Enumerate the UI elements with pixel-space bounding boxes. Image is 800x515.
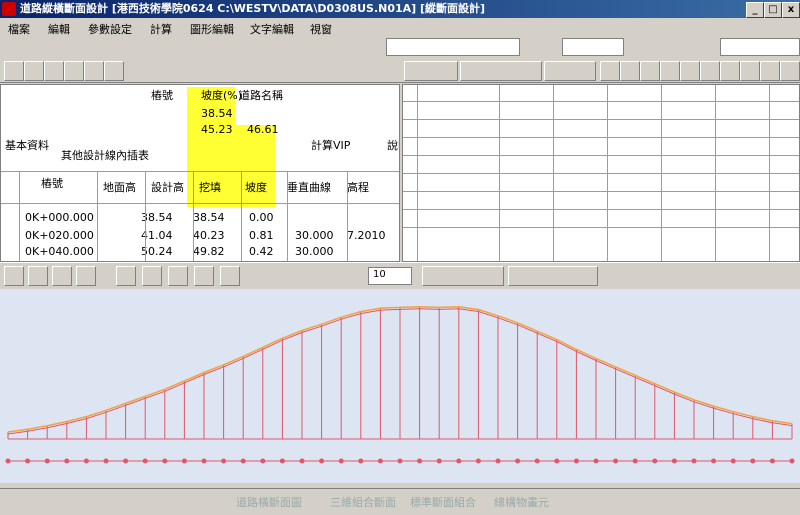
tool-button-c[interactable] <box>544 61 596 81</box>
header-station: 樁號 <box>41 177 63 190</box>
segment-icon[interactable] <box>142 266 162 286</box>
tab-structure[interactable]: 總構物畫元 <box>494 494 549 510</box>
menu-text-edit[interactable]: 文字編輯 <box>250 21 294 37</box>
line-icon[interactable] <box>600 61 620 81</box>
data-entry-table[interactable]: 樁號 坡度(%) 道路名稱 38.54 45.23 46.61 基本資料 其他設… <box>0 84 400 262</box>
results-table[interactable] <box>402 84 800 262</box>
profile-canvas[interactable] <box>0 289 800 483</box>
app-icon <box>2 2 16 16</box>
header-cutfill: 挖填 <box>199 181 221 194</box>
row1-station[interactable]: 0K+000.000 <box>25 211 94 224</box>
tab-road-cross[interactable]: 道路橫斷面圖 <box>236 494 302 510</box>
zoom-input[interactable]: 10 <box>368 267 412 285</box>
tab-standard-section[interactable]: 標準斷面組合 <box>410 494 476 510</box>
row3-cutfill[interactable]: 0.42 <box>249 245 274 258</box>
menu-window[interactable]: 視窗 <box>310 21 332 37</box>
layer-select[interactable] <box>386 38 520 56</box>
close-button[interactable]: x <box>782 2 800 18</box>
menu-settings[interactable]: 參數設定 <box>88 21 132 37</box>
side-num-1: 38.54 <box>201 107 233 120</box>
menu-bar: 檔案 編輯 參數設定 計算 圖形編輯 文字編輯 視窗 <box>0 18 800 38</box>
zoom-in-icon[interactable] <box>4 266 24 286</box>
row2-station[interactable]: 0K+020.000 <box>25 229 94 242</box>
side-num-2: 45.23 <box>201 123 233 136</box>
design-button[interactable] <box>422 266 504 286</box>
interp-label: 其他設計線內插表 <box>61 149 149 162</box>
row2-slope[interactable]: 30.000 <box>295 229 334 242</box>
curve-icon[interactable] <box>116 266 136 286</box>
side-num-3: 46.61 <box>247 123 279 136</box>
row-label: 基本資料 <box>5 139 49 152</box>
rate-label: 坡度(%) <box>201 89 243 102</box>
maximize-button[interactable]: □ <box>764 2 782 18</box>
minimize-button[interactable]: _ <box>746 2 764 18</box>
zoom-plus-icon[interactable] <box>52 266 72 286</box>
first-record-icon[interactable] <box>4 61 24 81</box>
row2-cutfill[interactable]: 0.81 <box>249 229 274 242</box>
row2-elev[interactable]: 7.2010 <box>347 229 386 242</box>
last-record-icon[interactable] <box>64 61 84 81</box>
grid-icon[interactable] <box>640 61 660 81</box>
tool-button-a[interactable] <box>404 61 458 81</box>
next-record-icon[interactable] <box>44 61 64 81</box>
header-design: 設計高 <box>151 181 184 194</box>
undo-icon[interactable] <box>780 61 800 81</box>
select-icon[interactable] <box>700 61 720 81</box>
prev-record-icon[interactable] <box>24 61 44 81</box>
row1-cutfill[interactable]: 0.00 <box>249 211 274 224</box>
zoom-value: 10 <box>373 269 386 280</box>
rect-icon[interactable] <box>660 61 680 81</box>
stop-icon[interactable] <box>680 61 700 81</box>
tool-button-b[interactable] <box>460 61 542 81</box>
window-title: 道路縱橫斷面設計 [港西技術學院0624 C:\WESTV\DATA\D0308… <box>20 2 486 15</box>
scale-select[interactable] <box>562 38 624 56</box>
delete-record-icon[interactable] <box>104 61 124 81</box>
arrow-icon[interactable] <box>168 266 188 286</box>
row3-slope[interactable]: 30.000 <box>295 245 334 258</box>
calc-label: 計算VIP <box>311 139 351 152</box>
window-titlebar: 道路縱橫斷面設計 [港西技術學院0624 C:\WESTV\DATA\D0308… <box>0 0 800 18</box>
info-label: 說明 <box>387 139 399 152</box>
header-slope: 坡度 <box>245 181 267 194</box>
header-elev: 高程 <box>347 181 369 194</box>
graphic-toolbar: 10 <box>0 262 800 289</box>
row3-station[interactable]: 0K+040.000 <box>25 245 94 258</box>
zoom-window-icon[interactable] <box>28 266 48 286</box>
header-ground: 地面高 <box>103 181 136 194</box>
tab-3d-section[interactable]: 三維組合斷面 <box>330 494 396 510</box>
close-view-icon[interactable] <box>760 61 780 81</box>
move-icon[interactable] <box>720 61 740 81</box>
measure-icon[interactable] <box>220 266 240 286</box>
profile-button[interactable] <box>508 266 598 286</box>
view-select[interactable] <box>720 38 800 56</box>
row3-design[interactable]: 49.82 <box>193 245 225 258</box>
row2-design[interactable]: 40.23 <box>193 229 225 242</box>
menu-graphic-edit[interactable]: 圖形編輯 <box>190 21 234 37</box>
menu-file[interactable]: 檔案 <box>8 21 30 37</box>
zoom-icon[interactable] <box>740 61 760 81</box>
header-vcurve: 垂直曲線 <box>287 181 331 194</box>
status-bar: 道路橫斷面圖 三維組合斷面 標準斷面組合 總構物畫元 <box>0 488 800 515</box>
menu-edit[interactable]: 編輯 <box>48 21 70 37</box>
menu-calc[interactable]: 計算 <box>150 21 172 37</box>
pen-icon[interactable] <box>620 61 640 81</box>
draw-icon[interactable] <box>194 266 214 286</box>
row1-design[interactable]: 38.54 <box>193 211 225 224</box>
add-record-icon[interactable] <box>84 61 104 81</box>
zoom-minus-icon[interactable] <box>76 266 96 286</box>
toolbar <box>0 58 800 83</box>
profile-chart[interactable] <box>0 289 800 483</box>
road-name-label: 道路名稱 <box>239 89 283 102</box>
station-label: 樁號 <box>151 89 173 102</box>
